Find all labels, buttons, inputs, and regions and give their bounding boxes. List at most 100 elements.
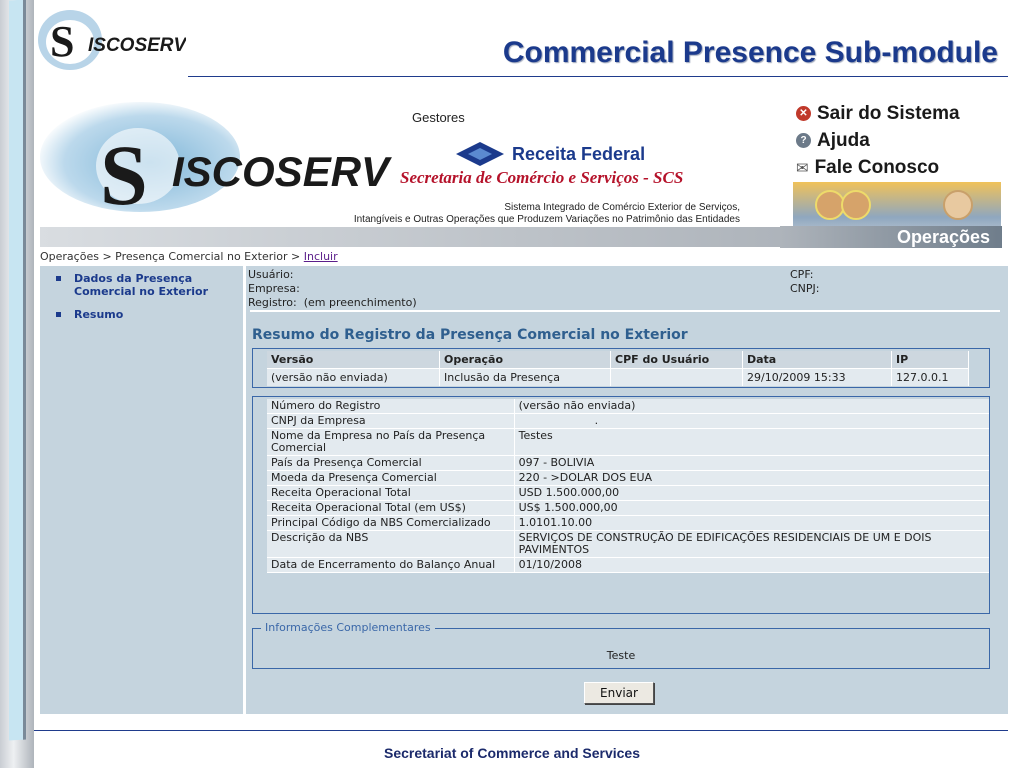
banner-person-icon [943,190,973,220]
table-row: País da Presença Comercial 097 - BOLIVIA [267,455,989,471]
siscoserv-logo-icon: S ISCOSERV [96,127,392,212]
details-table: Número do Registro (versão não enviada) C… [267,399,989,573]
cell-data: 29/10/2009 15:33 [742,368,892,386]
complementary-info-value: Teste [606,649,636,662]
title-rule [188,76,1008,77]
cell-cpf-usuario [610,368,743,386]
system-description-line1: Sistema Integrado de Comércio Exterior d… [504,202,740,213]
system-description: Sistema Integrado de Comércio Exterior d… [180,202,740,226]
breadcrumb-path: Operações > Presença Comercial no Exteri… [40,250,304,263]
header-bar [40,227,780,247]
logout-label: Sair do Sistema [817,102,960,124]
cpf-label: CPF: [790,268,814,281]
detail-label: Receita Operacional Total (em US$) [267,500,515,516]
table-row: (versão não enviada) Inclusão da Presenç… [267,368,969,386]
detail-value: (versão não enviada) [514,399,989,414]
contact-link[interactable]: ✉ Fale Conosco [796,154,960,181]
table-row: Principal Código da NBS Comercializado 1.… [267,515,989,531]
detail-value: 1.0101.10.00 [514,515,989,531]
detail-value: 220 - >DOLAR DOS EUA [514,470,989,486]
complementary-info-fieldset: Informações Complementares Teste [252,621,990,669]
slide-title: Commercial Presence Sub-module [502,36,998,69]
breadcrumb: Operações > Presença Comercial no Exteri… [40,250,1008,263]
table-row: CNPJ da Empresa. [267,413,989,429]
sidebar-item-resumo[interactable]: Resumo [56,308,123,321]
close-icon: ✕ [796,106,811,121]
app-header: S ISCOSERV Gestores Receita Federal Secr… [40,96,1008,248]
registro-label: Registro: [248,296,297,309]
slide-logo-text: ISCOSERV [88,35,186,56]
operations-label: Operações [896,227,990,247]
sidebar-item-dados[interactable]: Dados da Presença Comercial no Exterior [56,272,224,298]
slide-logo-letter: S [50,17,74,66]
table-row: Número do Registro (versão não enviada) [267,399,989,414]
table-row: Data de Encerramento do Balanço Anual 01/… [267,557,989,573]
receita-federal-label: Receita Federal [512,144,646,164]
detail-label: Número do Registro [267,399,515,414]
help-link[interactable]: ? Ajuda [796,127,960,154]
version-table-box: Versão Operação CPF do Usuário Data IP (… [252,348,990,388]
detail-value: . [514,413,989,429]
empresa-label: Empresa: [248,282,300,295]
registro-line: Registro: (em preenchimento) [248,296,417,310]
help-label: Ajuda [817,129,870,151]
banner-person-icon [841,190,871,220]
cell-operacao: Inclusão da Presença [439,368,611,386]
header-cpf-usuario: CPF do Usuário [610,351,743,369]
detail-value: Testes [514,428,989,456]
app-screenshot: S ISCOSERV Gestores Receita Federal Secr… [40,96,1008,716]
gestores-label: Gestores [412,110,465,125]
contact-label: Fale Conosco [814,156,940,178]
header-versao: Versão [267,351,440,369]
detail-value: USD 1.500.000,00 [514,485,989,501]
detail-value: 097 - BOLIVIA [514,455,989,471]
header-ip: IP [891,351,969,369]
logout-link[interactable]: ✕ Sair do Sistema [796,100,960,127]
detail-label: Principal Código da NBS Comercializado [267,515,515,531]
mail-icon: ✉ [796,159,809,177]
detail-label: Nome da Empresa no País da Presença Come… [267,428,515,456]
detail-label: Receita Operacional Total [267,485,515,501]
app-logo-text: ISCOSERV [172,148,392,195]
detail-value: 01/10/2008 [514,557,989,573]
cnpj-label: CNPJ: [790,282,820,295]
table-row: Receita Operacional Total (em US$) US$ 1.… [267,500,989,516]
detail-value: US$ 1.500.000,00 [514,500,989,516]
table-row: Receita Operacional Total USD 1.500.000,0… [267,485,989,501]
slide-left-bar [0,0,34,768]
submit-button[interactable]: Enviar [584,682,654,704]
operations-band: Operações [780,226,1002,248]
table-row: Moeda da Presença Comercial 220 - >DOLAR … [267,470,989,486]
user-info: Usuário: Empresa: Registro: (em preenchi… [248,268,417,310]
detail-value: SERVIÇOS DE CONSTRUÇÃO DE EDIFICAÇÕES RE… [514,530,989,558]
app-logo-letter: S [100,127,148,212]
detail-label: Descrição da NBS [267,530,515,558]
top-menu: ✕ Sair do Sistema ? Ajuda ✉ Fale Conosco [796,100,960,181]
slide-footer: Secretariat of Commerce and Services [383,745,640,761]
sidebar: Dados da Presença Comercial no Exterior … [40,266,246,714]
scs-label: Secretaria de Comércio e Serviços - SCS [400,168,684,187]
slide-left-bar-accent [9,0,26,741]
cell-versao: (versão não enviada) [267,368,440,386]
cell-ip: 127.0.0.1 [891,368,969,386]
slide-logo: S ISCOSERV [36,6,188,76]
system-description-line2: Intangíveis e Outras Operações que Produ… [353,214,740,225]
registro-value: (em preenchimento) [303,296,417,309]
main-panel: Usuário: Empresa: Registro: (em preenchi… [246,266,1008,714]
usuario-label: Usuário: [248,268,294,281]
header-data: Data [742,351,892,369]
version-table-header: Versão Operação CPF do Usuário Data IP [267,351,969,369]
user-info-right: CPF: CNPJ: [790,268,820,296]
table-row: Nome da Empresa no País da Presença Come… [267,428,989,456]
complementary-info-legend: Informações Complementares [261,621,435,634]
detail-label: País da Presença Comercial [267,455,515,471]
table-row: Descrição da NBS SERVIÇOS DE CONSTRUÇÃO D… [267,530,989,558]
version-table: Versão Operação CPF do Usuário Data IP (… [267,351,969,386]
help-icon: ? [796,133,811,148]
detail-label: CNPJ da Empresa [267,413,515,429]
footer-rule [34,730,1008,731]
siscoserv-small-logo-icon: S ISCOSERV [38,10,188,70]
detail-label: Moeda da Presença Comercial [267,470,515,486]
breadcrumb-current-link[interactable]: Incluir [304,250,338,263]
info-separator [250,310,1000,312]
